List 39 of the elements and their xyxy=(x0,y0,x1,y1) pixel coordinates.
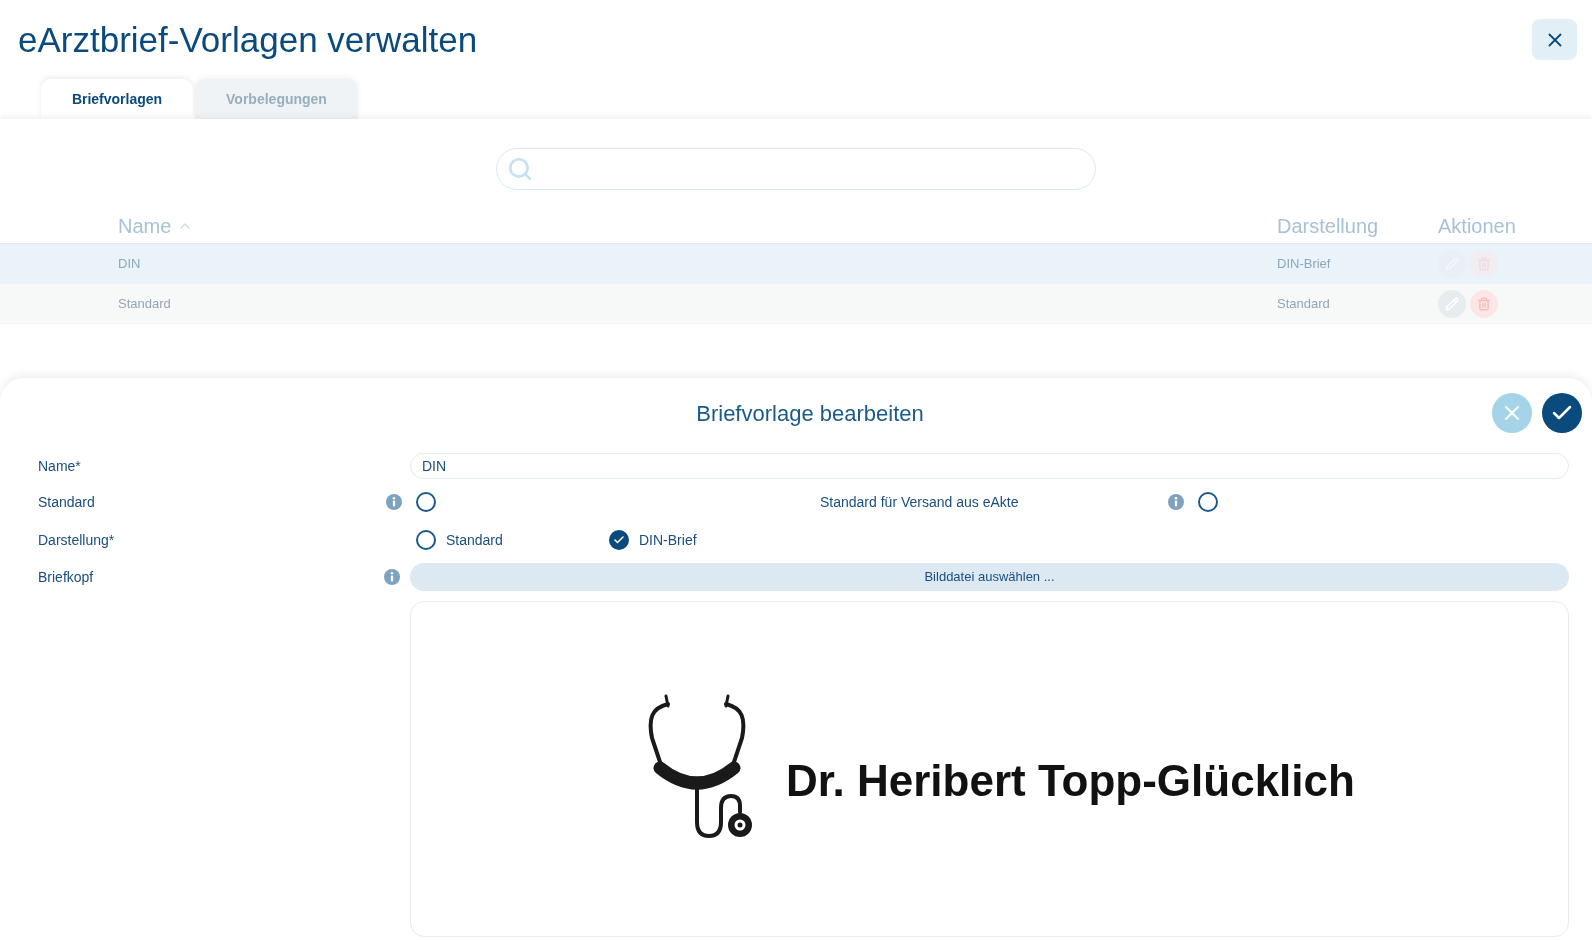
search-field[interactable] xyxy=(496,148,1096,190)
pencil-icon xyxy=(1445,296,1459,311)
table-cell-text: DIN-Brief xyxy=(1277,254,1332,273)
page-title: eArztbrief-Vorlagen verwalten xyxy=(18,22,478,57)
tab[interactable]: Vorbelegungen xyxy=(195,79,358,119)
field-label: Standard für Versand aus eAkte xyxy=(820,494,1019,510)
field-label: Darstellung* xyxy=(38,532,115,548)
letterhead-text: Dr. Heribert Topp-Glücklich xyxy=(786,759,1355,803)
table-row[interactable]: Standard Standard xyxy=(0,284,1592,324)
radio-button[interactable] xyxy=(416,492,436,512)
column-header[interactable]: Name xyxy=(118,212,172,240)
close-button[interactable] xyxy=(1532,19,1577,60)
field-label: Name* xyxy=(38,458,81,474)
radio-button[interactable] xyxy=(609,530,629,550)
table-cell-text: Standard xyxy=(118,294,172,313)
table-cell-text: Standard xyxy=(1277,294,1331,313)
radio-label: Standard xyxy=(446,530,503,550)
confirm-button[interactable] xyxy=(1542,393,1582,433)
info-icon[interactable] xyxy=(386,494,402,510)
search-icon xyxy=(507,156,533,182)
table-cell-text: DIN xyxy=(118,254,142,273)
column-header[interactable]: Aktionen xyxy=(1438,212,1516,240)
tab[interactable]: Briefvorlagen xyxy=(41,79,193,119)
column-header[interactable]: Darstellung xyxy=(1277,212,1379,240)
editor-title: Briefvorlage bearbeiten xyxy=(696,399,924,428)
delete-button[interactable] xyxy=(1470,289,1498,318)
info-icon[interactable] xyxy=(1168,494,1184,510)
check-icon xyxy=(613,534,625,546)
field-label: Briefkopf xyxy=(38,569,94,585)
radio-button[interactable] xyxy=(416,530,436,550)
cancel-button[interactable] xyxy=(1492,393,1532,433)
name-input[interactable]: DIN xyxy=(410,453,1569,479)
radio-label: DIN-Brief xyxy=(639,530,697,550)
field-label: Standard xyxy=(38,494,95,510)
info-icon[interactable] xyxy=(384,569,400,585)
choose-image-button[interactable]: Bilddatei auswählen ... xyxy=(410,563,1569,591)
input-value: DIN xyxy=(422,456,447,476)
trash-icon xyxy=(1477,296,1491,311)
radio-button[interactable] xyxy=(1198,492,1218,512)
